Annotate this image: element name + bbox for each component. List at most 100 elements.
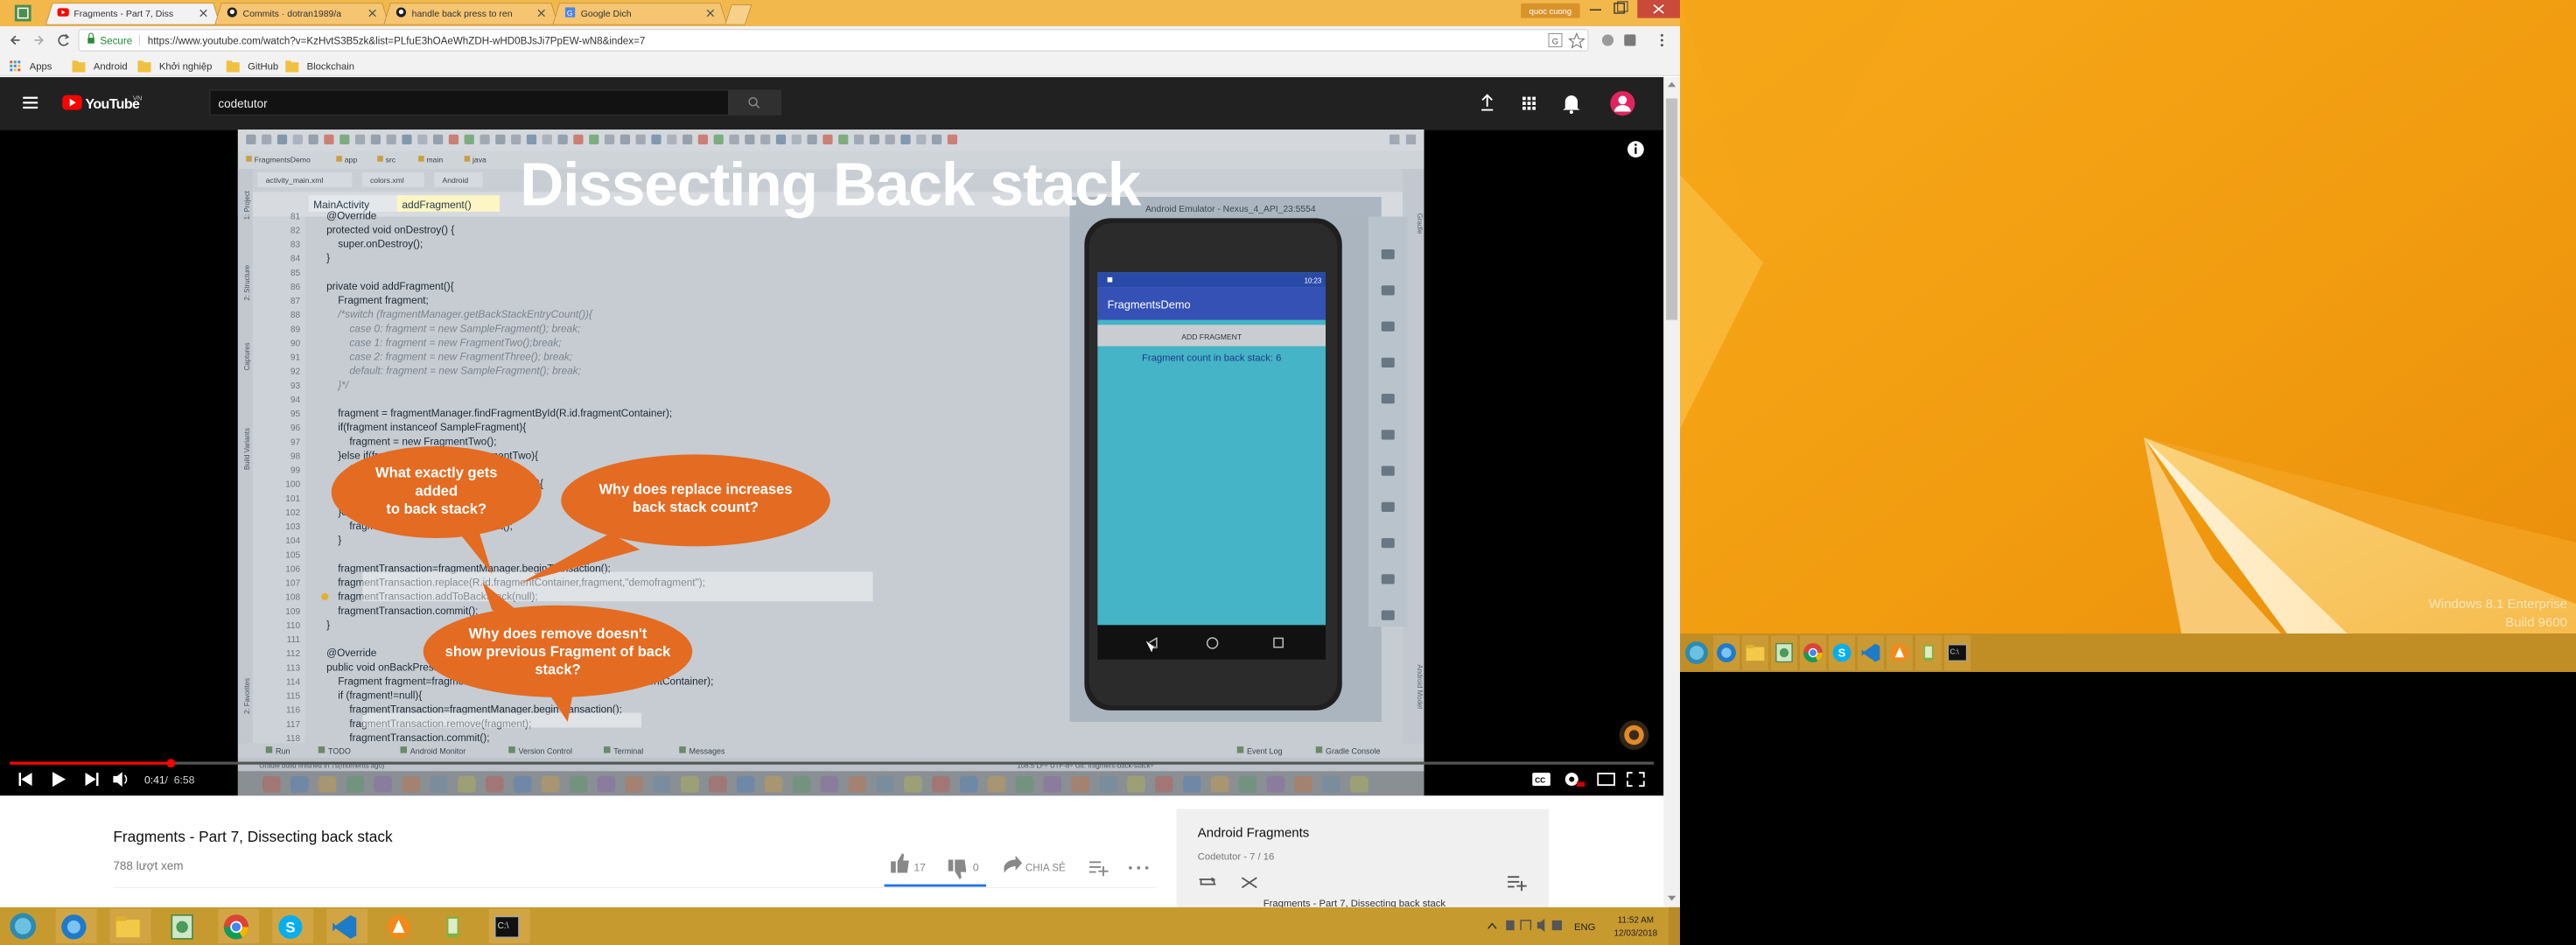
apps-icon[interactable] [1522, 96, 1536, 110]
secure-label: Secure [100, 36, 132, 47]
youtube-logo[interactable]: YouTube VN [62, 94, 142, 112]
ide-side-tab: Build Variants [243, 428, 251, 470]
line-number: 86 [290, 283, 301, 292]
line-number: 95 [290, 410, 301, 419]
skype-icon[interactable]: S [1832, 643, 1852, 662]
ide-breadcrumb: FragmentsDemo [255, 156, 311, 164]
bookmark-label: GitHub [248, 62, 278, 73]
search-button[interactable] [728, 89, 781, 116]
extension-icon-2[interactable] [1624, 34, 1636, 46]
emulator-control-icon [1381, 357, 1395, 368]
channel-watermark-icon[interactable] [1619, 720, 1649, 750]
line-number: 98 [290, 452, 301, 461]
svg-text:C:\: C:\ [1950, 648, 1960, 655]
line-number: 105 [285, 550, 300, 560]
youtube-region: VN [133, 94, 142, 102]
secondary-start-button[interactable] [1685, 641, 1708, 664]
line-number: 104 [285, 536, 300, 546]
avast-icon[interactable] [1890, 643, 1909, 662]
cmd-icon[interactable]: C:\ [494, 915, 520, 938]
ide-side-tab: 1: Project [243, 190, 251, 220]
time-current: 0:41 [144, 774, 165, 786]
like-count: 17 [914, 862, 926, 874]
code-line: Fragment fragment; [315, 294, 429, 306]
ide-side-tab: 2: Structure [243, 264, 251, 300]
url-text[interactable]: https://www.youtube.com/watch?v=KzHvtS3B… [148, 36, 646, 47]
ie-icon[interactable] [1717, 643, 1736, 662]
line-number: 110 [286, 621, 300, 631]
video-frame: FragmentsDemo app src main java activity_mai… [237, 130, 1424, 796]
emulator-control-icon [1381, 574, 1395, 584]
emulator-control-icon [1381, 610, 1395, 620]
code-line: protected void onDestroy() { [315, 223, 454, 235]
browser-tab-1[interactable]: Fragments - Part 7, Diss [45, 3, 220, 25]
ide-breadcrumb: app [345, 156, 358, 164]
show-desktop-button[interactable] [1668, 906, 1680, 945]
ie-icon[interactable] [61, 914, 87, 940]
svg-text:Gradle: Gradle [1416, 214, 1424, 234]
android-sdk-icon[interactable] [446, 916, 459, 938]
browser-tab-2[interactable]: Commits · dotran1989/a [214, 3, 389, 25]
phone-add-fragment-button: ADD FRAGMENT [1181, 332, 1242, 341]
chrome-menu-button[interactable] [14, 4, 32, 22]
chrome-kebab-icon[interactable] [1660, 33, 1663, 47]
video-player[interactable]: FragmentsDemo app src main java activity_mai… [0, 130, 1664, 796]
subtitles-icon[interactable]: CC [1532, 773, 1550, 787]
svg-text:CC: CC [1535, 775, 1545, 784]
address-bar[interactable]: Secure https://www.youtube.com/watch?v=K… [78, 29, 1589, 52]
code-line: fragment = new FragmentTwo(); [315, 435, 497, 447]
line-number: 109 [285, 607, 300, 617]
code-line: } [315, 534, 341, 546]
folder-icon [72, 60, 86, 73]
sentiment-bar-likes [884, 884, 986, 887]
file-explorer-icon[interactable] [1746, 644, 1765, 662]
bookmark-5[interactable]: Blockchain [285, 60, 354, 73]
code-line: }*/ [315, 379, 350, 391]
bookmark-2[interactable]: Android [72, 60, 128, 73]
progress-scrubber-knob[interactable] [166, 759, 176, 768]
translate-icon[interactable]: G [1548, 32, 1563, 47]
tab-title: Google Dich [581, 9, 632, 19]
line-number: 116 [286, 706, 300, 716]
chrome-icon[interactable] [1803, 643, 1823, 662]
video-info-icon[interactable] [1628, 141, 1644, 158]
page-scrollbar-thumb[interactable] [1666, 98, 1678, 320]
start-button[interactable] [10, 913, 37, 940]
chrome-icon[interactable] [223, 914, 249, 940]
profile-chip[interactable]: quoc cuong [1521, 3, 1580, 18]
playlist-title[interactable]: Android Fragments [1198, 825, 1310, 840]
file-explorer-icon[interactable] [116, 916, 140, 938]
line-number: 100 [285, 480, 300, 490]
code-line: default: fragment = new SampleFragment()… [315, 365, 581, 377]
lightbulb-icon [321, 592, 329, 601]
secondary-monitor: Windows 8.1 Enterprise Build 9600 S C:\ [1680, 0, 2576, 945]
android-studio-icon[interactable] [1775, 642, 1793, 663]
input-language[interactable]: ENG [1574, 922, 1595, 933]
youtube-wordmark: YouTube [86, 97, 141, 112]
cmd-icon[interactable]: C:\ [1948, 644, 1967, 662]
guide-menu-icon[interactable] [23, 96, 38, 109]
bookmark-4[interactable]: GitHub [226, 60, 278, 73]
github-icon [396, 7, 407, 18]
ide-breadcrumb: java [472, 156, 486, 164]
account-avatar[interactable] [1610, 91, 1635, 116]
browser-tab-4[interactable]: G Google Dich [552, 3, 728, 25]
skype-icon[interactable]: S [278, 914, 303, 939]
tray-battery-icon[interactable] [1506, 920, 1515, 931]
browser-tab-3[interactable]: handle back press to ren [383, 3, 559, 25]
close-window-button[interactable] [1637, 0, 1680, 18]
code-line: } [315, 619, 330, 631]
extension-icon-1[interactable] [1601, 34, 1614, 46]
android-sdk-icon[interactable] [1923, 644, 1934, 662]
video-title: Fragments - Part 7, Dissecting back stac… [113, 828, 393, 845]
search-box[interactable]: codetutor [209, 89, 729, 116]
share-label: CHIA SẺ [1026, 863, 1066, 874]
youtube-icon [57, 8, 69, 17]
android-studio-icon[interactable] [171, 914, 193, 940]
bookmark-1[interactable]: Apps [10, 60, 52, 73]
phone-fragment-count: Fragment count in back stack: 6 [1142, 354, 1281, 364]
tray-flag-icon[interactable] [1551, 920, 1562, 931]
search-input[interactable]: codetutor [218, 97, 268, 110]
avast-icon[interactable] [387, 914, 411, 939]
bookmark-3[interactable]: Khởi nghiệp [137, 60, 213, 73]
